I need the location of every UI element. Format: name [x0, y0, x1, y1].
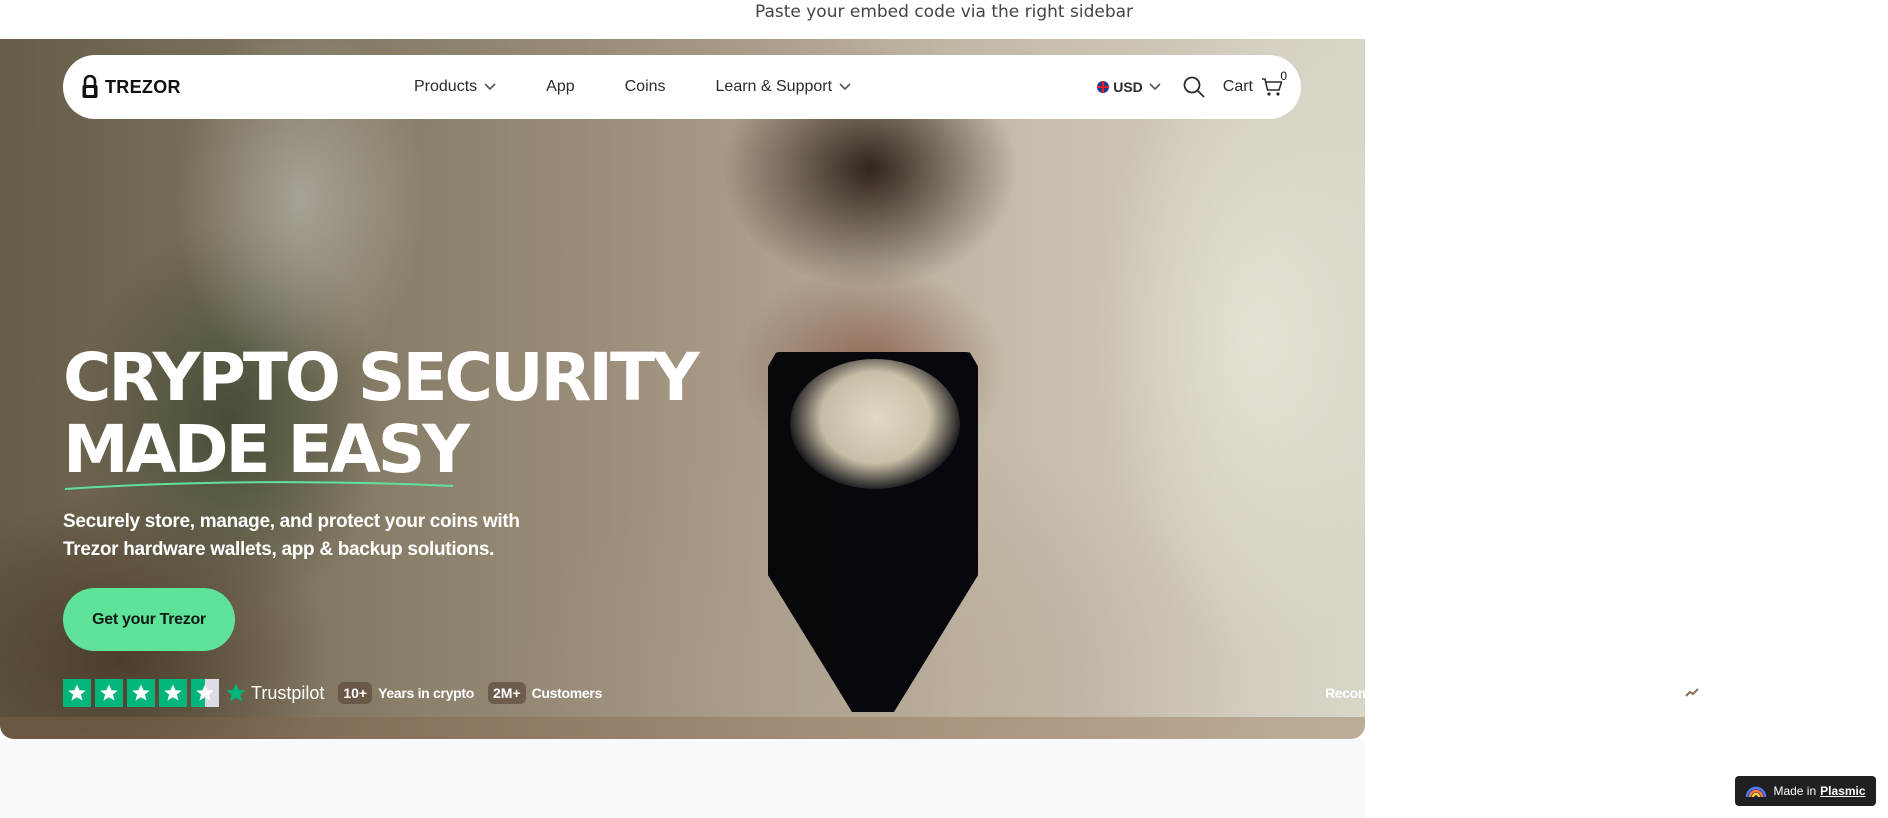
nav-actions: USD Cart 0	[1097, 55, 1287, 119]
coindesk-logo: coindesk	[1560, 681, 1666, 705]
star-icon	[127, 679, 155, 707]
nav-products[interactable]: Products	[414, 78, 496, 96]
chevron-down-icon	[484, 83, 496, 91]
headline-underline-stroke	[64, 481, 454, 490]
stat-years: 10+ Years in crypto	[338, 682, 474, 704]
headline-line-1: CRYPTO SECURITY	[63, 339, 700, 416]
recommended-by-bar: Recommended by Forbes coindesk Investope…	[1325, 678, 1824, 708]
page-section-below-hero	[0, 739, 1365, 818]
trustpilot-logo[interactable]: Trustpilot	[225, 682, 324, 704]
star-icon	[159, 679, 187, 707]
cart-count-badge: 0	[1280, 69, 1287, 83]
investopedia-mark-icon	[1682, 684, 1701, 702]
star-icon	[63, 679, 91, 707]
investopedia-logo: Investopedia	[1682, 681, 1824, 705]
hero-bottom-strip	[0, 717, 1365, 739]
trezor-logo[interactable]: TREZOR	[81, 73, 181, 101]
nav-app[interactable]: App	[546, 78, 574, 96]
padlock-icon	[82, 75, 98, 98]
nav-coins[interactable]: Coins	[625, 78, 666, 96]
trust-bar: Trustpilot 10+ Years in crypto 2M+ Custo…	[63, 678, 602, 708]
search-icon	[1183, 76, 1205, 98]
brand-name: TREZOR	[105, 76, 181, 97]
chevron-down-icon	[1149, 83, 1161, 91]
hero-headline: CRYPTO SECURITY MADE EASY	[63, 339, 700, 488]
recommended-label: Recommended by	[1325, 685, 1441, 701]
made-in-plasmic-badge[interactable]: Made in Plasmic	[1735, 776, 1876, 806]
plasmic-rainbow-icon	[1746, 786, 1767, 798]
trustpilot-star-icon	[226, 683, 246, 702]
plasmic-link[interactable]: Plasmic	[1820, 784, 1865, 798]
top-navigation: TREZOR Products App Coins Learn & Suppor…	[63, 55, 1301, 119]
nav-learn-support[interactable]: Learn & Support	[716, 78, 852, 96]
flag-icon	[1097, 81, 1110, 93]
forbes-logo: Forbes	[1454, 678, 1545, 708]
cart-button[interactable]: Cart 0	[1223, 69, 1287, 97]
currency-selector[interactable]: USD	[1097, 79, 1161, 95]
get-your-trezor-button[interactable]: Get your Trezor	[63, 588, 235, 651]
hero-subtitle: Securely store, manage, and protect your…	[63, 511, 520, 560]
chevron-down-icon	[839, 83, 851, 91]
main-menu: Products App Coins Learn & Support	[414, 55, 901, 119]
stat-customers: 2M+ Customers	[488, 682, 602, 704]
headline-line-2: MADE EASY	[63, 411, 470, 488]
star-icon	[95, 679, 123, 707]
half-star-icon	[191, 679, 219, 707]
coindesk-mark-icon	[1561, 684, 1580, 702]
embed-placeholder-note: Paste your embed code via the right side…	[754, 2, 1134, 22]
search-button[interactable]	[1183, 76, 1205, 98]
